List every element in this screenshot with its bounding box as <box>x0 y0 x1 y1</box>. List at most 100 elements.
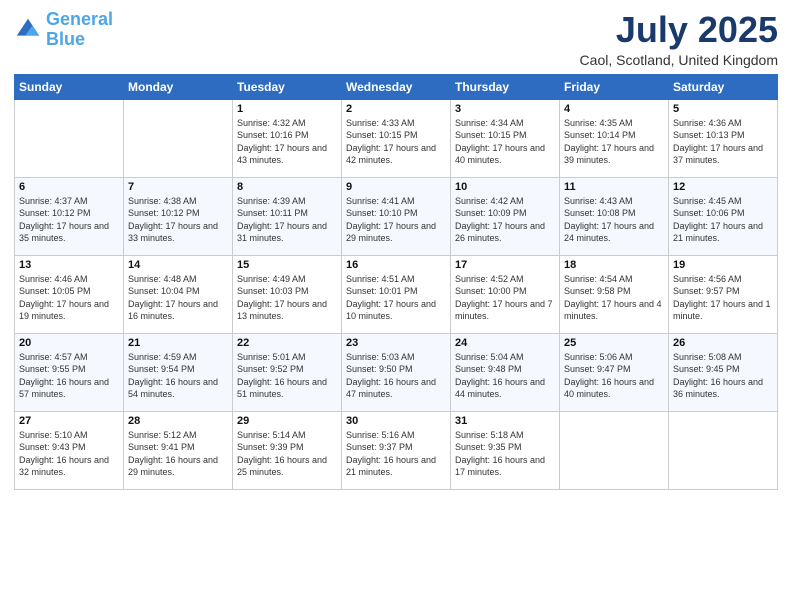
day-info: Sunrise: 4:46 AM Sunset: 10:05 PM Daylig… <box>19 273 119 323</box>
day-number: 1 <box>237 103 337 115</box>
calendar-cell: 19 Sunrise: 4:56 AM Sunset: 9:57 PM Dayli… <box>669 255 778 333</box>
day-number: 12 <box>673 181 773 193</box>
day-number: 3 <box>455 103 555 115</box>
calendar-cell: 26Sunrise: 5:08 AM Sunset: 9:45 PM Dayli… <box>669 333 778 411</box>
day-info: Sunrise: 4:37 AM Sunset: 10:12 PM Daylig… <box>19 195 119 245</box>
logo-icon <box>14 16 42 44</box>
day-number: 5 <box>673 103 773 115</box>
header-tuesday: Tuesday <box>233 74 342 99</box>
day-info: Sunrise: 4:33 AM Sunset: 10:15 PM Daylig… <box>346 117 446 167</box>
day-info: Sunrise: 4:38 AM Sunset: 10:12 PM Daylig… <box>128 195 228 245</box>
header-monday: Monday <box>124 74 233 99</box>
day-number: 15 <box>237 259 337 271</box>
calendar-cell: 29 Sunrise: 5:14 AM Sunset: 9:39 PM Dayli… <box>233 411 342 489</box>
calendar-cell <box>669 411 778 489</box>
day-info: Sunrise: 5:04 AM Sunset: 9:48 PM Dayligh… <box>455 351 555 401</box>
calendar-cell: 17Sunrise: 4:52 AM Sunset: 10:00 PM Dayl… <box>451 255 560 333</box>
calendar-cell: 10Sunrise: 4:42 AM Sunset: 10:09 PM Dayl… <box>451 177 560 255</box>
day-info: Sunrise: 4:32 AM Sunset: 10:16 PM Daylig… <box>237 117 337 167</box>
week-row-0: 1 Sunrise: 4:32 AM Sunset: 10:16 PM Dayli… <box>15 99 778 177</box>
day-number: 8 <box>237 181 337 193</box>
day-number: 22 <box>237 337 337 349</box>
day-info: Sunrise: 4:39 AM Sunset: 10:11 PM Daylig… <box>237 195 337 245</box>
calendar-cell: 11 Sunrise: 4:43 AM Sunset: 10:08 PM Dayl… <box>560 177 669 255</box>
calendar-cell: 9Sunrise: 4:41 AM Sunset: 10:10 PM Dayli… <box>342 177 451 255</box>
day-info: Sunrise: 4:59 AM Sunset: 9:54 PM Dayligh… <box>128 351 228 401</box>
calendar: Sunday Monday Tuesday Wednesday Thursday… <box>14 74 778 490</box>
calendar-cell: 14Sunrise: 4:48 AM Sunset: 10:04 PM Dayl… <box>124 255 233 333</box>
day-number: 27 <box>19 415 119 427</box>
calendar-cell: 28 Sunrise: 5:12 AM Sunset: 9:41 PM Dayli… <box>124 411 233 489</box>
header-thursday: Thursday <box>451 74 560 99</box>
header-friday: Friday <box>560 74 669 99</box>
calendar-cell: 22 Sunrise: 5:01 AM Sunset: 9:52 PM Dayli… <box>233 333 342 411</box>
week-row-4: 27 Sunrise: 5:10 AM Sunset: 9:43 PM Dayli… <box>15 411 778 489</box>
day-info: Sunrise: 4:41 AM Sunset: 10:10 PM Daylig… <box>346 195 446 245</box>
day-info: Sunrise: 4:35 AM Sunset: 10:14 PM Daylig… <box>564 117 664 167</box>
day-number: 4 <box>564 103 664 115</box>
week-row-2: 13 Sunrise: 4:46 AM Sunset: 10:05 PM Dayl… <box>15 255 778 333</box>
day-number: 10 <box>455 181 555 193</box>
header-saturday: Saturday <box>669 74 778 99</box>
calendar-cell: 21 Sunrise: 4:59 AM Sunset: 9:54 PM Dayli… <box>124 333 233 411</box>
logo-text-general: General <box>46 10 113 30</box>
calendar-cell <box>560 411 669 489</box>
day-number: 23 <box>346 337 446 349</box>
day-number: 2 <box>346 103 446 115</box>
month-title: July 2025 <box>580 10 778 50</box>
calendar-cell: 3Sunrise: 4:34 AM Sunset: 10:15 PM Dayli… <box>451 99 560 177</box>
day-info: Sunrise: 4:56 AM Sunset: 9:57 PM Dayligh… <box>673 273 773 323</box>
calendar-cell: 31 Sunrise: 5:18 AM Sunset: 9:35 PM Dayli… <box>451 411 560 489</box>
day-info: Sunrise: 5:01 AM Sunset: 9:52 PM Dayligh… <box>237 351 337 401</box>
calendar-cell: 8 Sunrise: 4:39 AM Sunset: 10:11 PM Dayli… <box>233 177 342 255</box>
header-sunday: Sunday <box>15 74 124 99</box>
day-info: Sunrise: 5:10 AM Sunset: 9:43 PM Dayligh… <box>19 429 119 479</box>
calendar-cell: 18 Sunrise: 4:54 AM Sunset: 9:58 PM Dayli… <box>560 255 669 333</box>
header: General Blue July 2025 Caol, Scotland, U… <box>14 10 778 68</box>
day-info: Sunrise: 5:18 AM Sunset: 9:35 PM Dayligh… <box>455 429 555 479</box>
calendar-cell: 27 Sunrise: 5:10 AM Sunset: 9:43 PM Dayli… <box>15 411 124 489</box>
day-number: 28 <box>128 415 228 427</box>
title-block: July 2025 Caol, Scotland, United Kingdom <box>580 10 778 68</box>
header-wednesday: Wednesday <box>342 74 451 99</box>
day-number: 19 <box>673 259 773 271</box>
calendar-cell: 1 Sunrise: 4:32 AM Sunset: 10:16 PM Dayli… <box>233 99 342 177</box>
day-number: 21 <box>128 337 228 349</box>
day-info: Sunrise: 4:43 AM Sunset: 10:08 PM Daylig… <box>564 195 664 245</box>
calendar-cell: 7Sunrise: 4:38 AM Sunset: 10:12 PM Dayli… <box>124 177 233 255</box>
day-number: 25 <box>564 337 664 349</box>
calendar-cell: 12Sunrise: 4:45 AM Sunset: 10:06 PM Dayl… <box>669 177 778 255</box>
day-info: Sunrise: 4:54 AM Sunset: 9:58 PM Dayligh… <box>564 273 664 323</box>
week-row-1: 6Sunrise: 4:37 AM Sunset: 10:12 PM Dayli… <box>15 177 778 255</box>
day-info: Sunrise: 5:03 AM Sunset: 9:50 PM Dayligh… <box>346 351 446 401</box>
day-info: Sunrise: 5:16 AM Sunset: 9:37 PM Dayligh… <box>346 429 446 479</box>
day-number: 16 <box>346 259 446 271</box>
day-info: Sunrise: 5:14 AM Sunset: 9:39 PM Dayligh… <box>237 429 337 479</box>
day-number: 13 <box>19 259 119 271</box>
day-number: 31 <box>455 415 555 427</box>
day-number: 26 <box>673 337 773 349</box>
day-info: Sunrise: 4:49 AM Sunset: 10:03 PM Daylig… <box>237 273 337 323</box>
day-number: 11 <box>564 181 664 193</box>
day-info: Sunrise: 5:06 AM Sunset: 9:47 PM Dayligh… <box>564 351 664 401</box>
logo-text-blue: Blue <box>46 30 113 50</box>
calendar-cell: 24 Sunrise: 5:04 AM Sunset: 9:48 PM Dayli… <box>451 333 560 411</box>
calendar-cell <box>124 99 233 177</box>
calendar-cell: 6Sunrise: 4:37 AM Sunset: 10:12 PM Dayli… <box>15 177 124 255</box>
calendar-cell: 4 Sunrise: 4:35 AM Sunset: 10:14 PM Dayli… <box>560 99 669 177</box>
day-number: 18 <box>564 259 664 271</box>
calendar-cell: 5 Sunrise: 4:36 AM Sunset: 10:13 PM Dayli… <box>669 99 778 177</box>
day-info: Sunrise: 4:57 AM Sunset: 9:55 PM Dayligh… <box>19 351 119 401</box>
day-number: 17 <box>455 259 555 271</box>
day-info: Sunrise: 5:12 AM Sunset: 9:41 PM Dayligh… <box>128 429 228 479</box>
day-number: 24 <box>455 337 555 349</box>
day-info: Sunrise: 4:36 AM Sunset: 10:13 PM Daylig… <box>673 117 773 167</box>
calendar-cell: 30Sunrise: 5:16 AM Sunset: 9:37 PM Dayli… <box>342 411 451 489</box>
day-number: 29 <box>237 415 337 427</box>
calendar-cell: 16 Sunrise: 4:51 AM Sunset: 10:01 PM Dayl… <box>342 255 451 333</box>
calendar-cell <box>15 99 124 177</box>
calendar-cell: 2 Sunrise: 4:33 AM Sunset: 10:15 PM Dayli… <box>342 99 451 177</box>
day-number: 14 <box>128 259 228 271</box>
calendar-cell: 20Sunrise: 4:57 AM Sunset: 9:55 PM Dayli… <box>15 333 124 411</box>
day-info: Sunrise: 4:51 AM Sunset: 10:01 PM Daylig… <box>346 273 446 323</box>
